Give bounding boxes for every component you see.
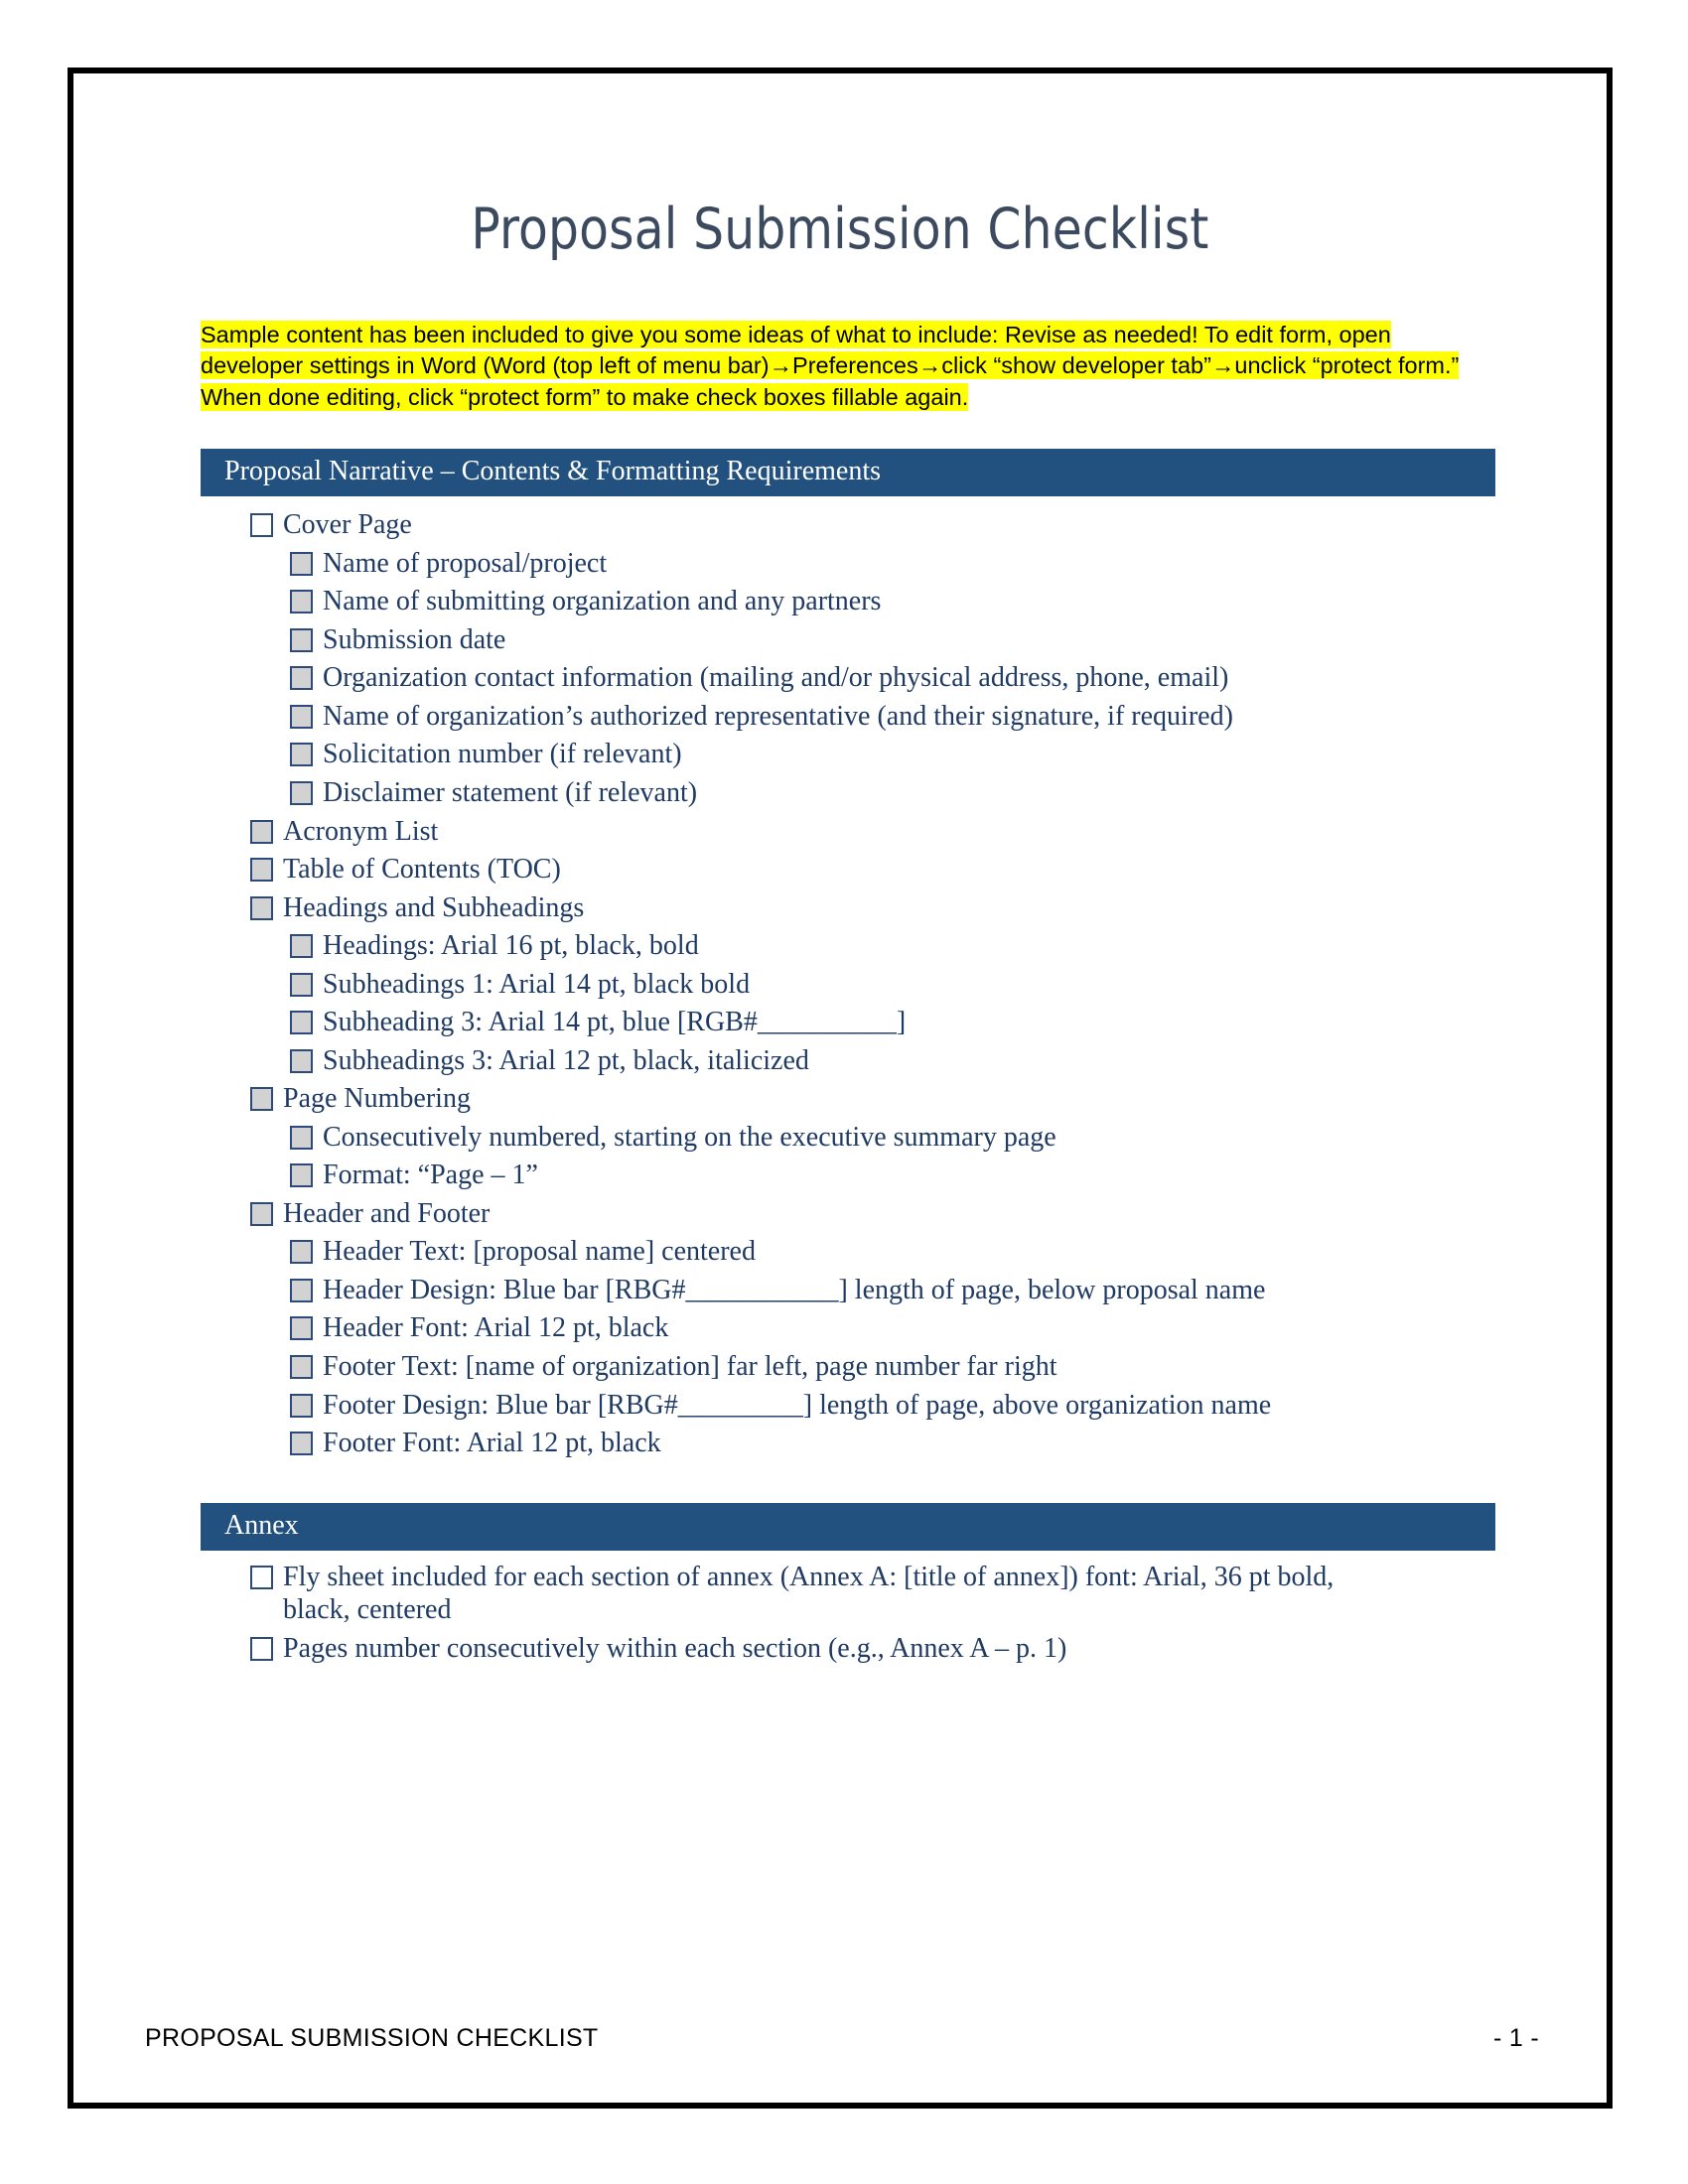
checkbox-shaded[interactable] xyxy=(290,1125,313,1150)
checklist-item[interactable]: Solicitation number (if relevant) xyxy=(73,738,1607,770)
checklist-item-label: Fly sheet included for each section of a… xyxy=(283,1562,1341,1626)
checklist-item-label: Footer Font: Arial 12 pt, black xyxy=(323,1428,661,1459)
footer-document-name: PROPOSAL SUBMISSION CHECKLIST xyxy=(145,2024,599,2052)
checklist-annex: Fly sheet included for each section of a… xyxy=(73,1551,1607,1665)
checklist-item[interactable]: Name of submitting organization and any … xyxy=(73,585,1607,617)
checkbox-shaded[interactable] xyxy=(290,934,313,959)
checklist-item[interactable]: Subheadings 1: Arial 14 pt, black bold xyxy=(73,968,1607,1001)
checklist-item-label: Header Text: [proposal name] centered xyxy=(323,1236,756,1268)
section-header-proposal-narrative: Proposal Narrative – Contents & Formatti… xyxy=(201,449,1495,497)
checkbox-shaded[interactable] xyxy=(290,666,313,691)
checkbox-shaded[interactable] xyxy=(290,1163,313,1188)
checklist-item[interactable]: Headings and Subheadings xyxy=(73,891,1607,924)
checklist-item-label: Format: “Page – 1” xyxy=(323,1160,538,1191)
checkbox-shaded[interactable] xyxy=(290,1048,313,1073)
checklist-item-label: Headings: Arial 16 pt, black, bold xyxy=(323,930,699,962)
checkbox-shaded[interactable] xyxy=(290,1432,313,1456)
checklist-proposal-narrative: Cover Page Name of proposal/project Name o… xyxy=(73,496,1607,1459)
checkbox-shaded[interactable] xyxy=(290,743,313,767)
checkbox-shaded[interactable] xyxy=(290,1316,313,1341)
checklist-item-label: Disclaimer statement (if relevant) xyxy=(323,777,698,809)
checklist-item-label: Subheadings 3: Arial 12 pt, black, itali… xyxy=(323,1044,809,1076)
checklist-item-label: Header Design: Blue bar [RBG#___________… xyxy=(323,1274,1266,1305)
checklist-item-label: Organization contact information (mailin… xyxy=(323,662,1229,694)
checkbox-shaded[interactable] xyxy=(290,1393,313,1418)
section-header-annex: Annex xyxy=(201,1503,1495,1552)
checklist-item[interactable]: Page Numbering xyxy=(73,1082,1607,1115)
checklist-item[interactable]: Header and Footer xyxy=(73,1197,1607,1230)
checklist-item[interactable]: Submission date xyxy=(73,623,1607,656)
checklist-item[interactable]: Name of proposal/project xyxy=(73,547,1607,580)
checklist-item[interactable]: Header Design: Blue bar [RBG#___________… xyxy=(73,1274,1607,1306)
checkbox-unchecked[interactable] xyxy=(250,1566,273,1590)
checklist-item-label: Headings and Subheadings xyxy=(283,891,585,923)
checklist-item-label: Subheadings 1: Arial 14 pt, black bold xyxy=(323,968,751,1000)
checkbox-shaded[interactable] xyxy=(250,858,273,883)
checkbox-shaded[interactable] xyxy=(250,895,273,920)
checklist-item-label: Header and Footer xyxy=(283,1197,491,1229)
checkbox-shaded[interactable] xyxy=(290,1354,313,1379)
page-title: Proposal Submission Checklist xyxy=(471,197,1209,262)
checkbox-shaded[interactable] xyxy=(290,627,313,652)
checklist-item[interactable]: Cover Page xyxy=(73,508,1607,541)
checklist-item[interactable]: Header Text: [proposal name] centered xyxy=(73,1235,1607,1268)
checklist-item[interactable]: Format: “Page – 1” xyxy=(73,1159,1607,1191)
checkbox-shaded[interactable] xyxy=(290,1240,313,1265)
checklist-item[interactable]: Footer Text: [name of organization] far … xyxy=(73,1350,1607,1383)
checkbox-shaded[interactable] xyxy=(290,781,313,806)
checklist-item-label: Solicitation number (if relevant) xyxy=(323,739,682,770)
instruction-note-text: Sample content has been included to give… xyxy=(201,320,1460,411)
checklist-item[interactable]: Footer Font: Arial 12 pt, black xyxy=(73,1427,1607,1459)
checklist-item[interactable]: Table of Contents (TOC) xyxy=(73,853,1607,886)
checklist-item-label: Submission date xyxy=(323,623,506,655)
checkbox-unchecked[interactable] xyxy=(250,1636,273,1661)
checklist-item-label: Page Numbering xyxy=(283,1083,471,1115)
checklist-item-label: Consecutively numbered, starting on the … xyxy=(323,1121,1056,1153)
checklist-item[interactable]: Headings: Arial 16 pt, black, bold xyxy=(73,929,1607,962)
checkbox-shaded[interactable] xyxy=(290,590,313,614)
checklist-item[interactable]: Acronym List xyxy=(73,815,1607,848)
checklist-item-label: Acronym List xyxy=(283,815,439,847)
checklist-item[interactable]: Organization contact information (mailin… xyxy=(73,661,1607,694)
checklist-item[interactable]: Subheading 3: Arial 14 pt, blue [RGB#___… xyxy=(73,1006,1607,1038)
checkbox-shaded[interactable] xyxy=(250,1087,273,1112)
footer-page-number: - 1 - xyxy=(1493,2024,1539,2052)
checklist-item[interactable]: Pages number consecutively within each s… xyxy=(73,1632,1607,1665)
checklist-item-label: Pages number consecutively within each s… xyxy=(283,1632,1067,1664)
checkbox-shaded[interactable] xyxy=(290,551,313,576)
checkbox-unchecked[interactable] xyxy=(250,513,273,538)
checklist-item[interactable]: Header Font: Arial 12 pt, black xyxy=(73,1311,1607,1344)
page-footer: PROPOSAL SUBMISSION CHECKLIST - 1 - xyxy=(73,2024,1607,2053)
checklist-item-label: Subheading 3: Arial 14 pt, blue [RGB#___… xyxy=(323,1007,907,1038)
checkbox-shaded[interactable] xyxy=(250,1201,273,1226)
checklist-item-label: Name of submitting organization and any … xyxy=(323,586,882,617)
checklist-item-label: Header Font: Arial 12 pt, black xyxy=(323,1312,669,1344)
checkbox-shaded[interactable] xyxy=(290,972,313,997)
checklist-item-label: Footer Text: [name of organization] far … xyxy=(323,1350,1057,1382)
checklist-item[interactable]: Consecutively numbered, starting on the … xyxy=(73,1121,1607,1154)
page-content: Proposal Submission Checklist Sample con… xyxy=(73,73,1607,2103)
checklist-item[interactable]: Subheadings 3: Arial 12 pt, black, itali… xyxy=(73,1044,1607,1077)
checkbox-shaded[interactable] xyxy=(290,1011,313,1035)
checklist-item[interactable]: Name of organization’s authorized repres… xyxy=(73,700,1607,733)
checklist-item-label: Table of Contents (TOC) xyxy=(283,854,561,886)
checklist-item-label: Footer Design: Blue bar [RBG#_________] … xyxy=(323,1389,1272,1421)
checklist-item-label: Name of proposal/project xyxy=(323,547,608,579)
checklist-item[interactable]: Footer Design: Blue bar [RBG#_________] … xyxy=(73,1389,1607,1422)
checkbox-shaded[interactable] xyxy=(250,819,273,844)
checklist-item[interactable]: Fly sheet included for each section of a… xyxy=(73,1561,1607,1626)
checkbox-shaded[interactable] xyxy=(290,1278,313,1302)
checklist-item[interactable]: Disclaimer statement (if relevant) xyxy=(73,776,1607,809)
page-border-frame: Proposal Submission Checklist Sample con… xyxy=(68,68,1613,2109)
checklist-item-label: Cover Page xyxy=(283,509,412,541)
instruction-note: Sample content has been included to give… xyxy=(73,320,1607,413)
checkbox-shaded[interactable] xyxy=(290,704,313,729)
checklist-item-label: Name of organization’s authorized repres… xyxy=(323,700,1233,732)
